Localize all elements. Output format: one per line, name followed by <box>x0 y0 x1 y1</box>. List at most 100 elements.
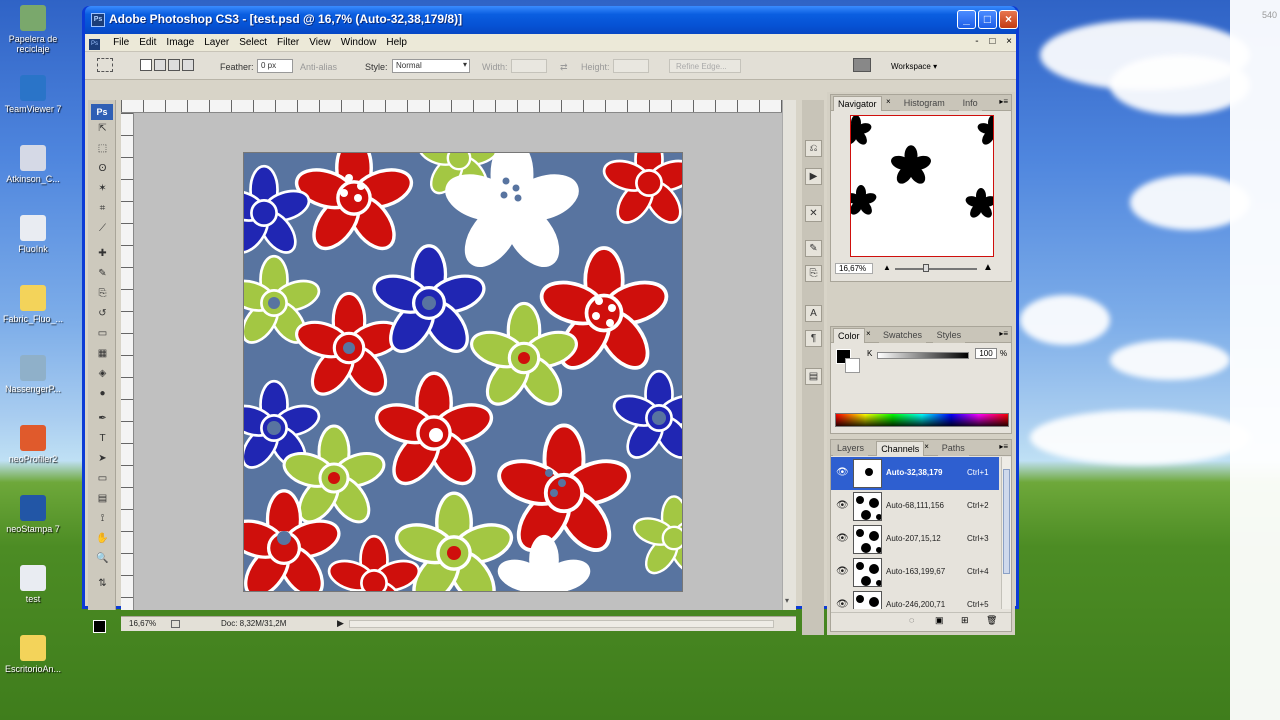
close-tab-icon[interactable]: × <box>924 442 929 451</box>
shape-tool-icon[interactable]: ▭ <box>96 472 109 485</box>
doc-minimize-icon[interactable]: - <box>975 36 978 47</box>
vertical-scrollbar[interactable]: ▾ <box>782 100 796 610</box>
panel-menu-icon[interactable]: ▸≡ <box>999 442 1008 451</box>
background-color-box[interactable] <box>845 358 860 373</box>
marquee-tool-icon[interactable]: ⬚ <box>96 142 109 155</box>
height-input[interactable] <box>613 59 649 73</box>
panel-menu-icon[interactable]: ▸≡ <box>999 329 1008 338</box>
width-input[interactable] <box>511 59 547 73</box>
workspace-button[interactable]: Workspace ▾ <box>891 62 937 71</box>
load-selection-icon[interactable]: ◌ <box>909 615 914 625</box>
channel-row[interactable]: 👁 Auto-68,111,156 Ctrl+2 <box>831 490 999 523</box>
doc-restore-icon[interactable]: □ <box>989 36 995 47</box>
feather-input[interactable]: 0 px <box>257 59 293 73</box>
k-slider[interactable] <box>877 352 969 359</box>
move-tool-icon[interactable]: ⇱ <box>96 122 109 135</box>
style-select[interactable]: Normal ▾ <box>392 59 470 73</box>
character-icon[interactable]: A <box>805 305 822 322</box>
ps-menu-icon[interactable]: Ps <box>85 34 105 50</box>
channel-row[interactable]: 👁 Auto-207,15,12 Ctrl+3 <box>831 523 999 556</box>
crop-tool-icon[interactable]: ⌗ <box>96 202 109 215</box>
visibility-eye-icon[interactable]: 👁 <box>836 500 849 512</box>
brush-tool-icon[interactable]: ✎ <box>96 267 109 280</box>
antialias-checkbox[interactable]: Anti-alias <box>300 62 337 72</box>
delete-channel-icon[interactable]: 🗑 <box>986 615 997 626</box>
close-button[interactable]: × <box>999 10 1018 29</box>
desktop-icon[interactable]: neoStampa 7 <box>0 495 66 534</box>
desktop-icon[interactable]: Atkinson_C... <box>0 145 66 184</box>
menu-view[interactable]: View <box>304 34 336 48</box>
lasso-tool-icon[interactable]: ʘ <box>96 162 109 175</box>
foreground-color-swatch[interactable] <box>93 620 106 633</box>
minimize-button[interactable]: _ <box>957 10 976 29</box>
tab-paths[interactable]: Paths <box>937 441 969 456</box>
desktop-icon[interactable]: TeamViewer 7 <box>0 75 66 114</box>
slice-tool-icon[interactable]: ⟋ <box>96 222 109 235</box>
clone-stamp-icon[interactable]: ⎘ <box>96 287 109 300</box>
paragraph-icon[interactable]: ¶ <box>805 330 822 347</box>
zoom-in-icon[interactable]: ▲ <box>983 262 993 273</box>
magic-wand-icon[interactable]: ✶ <box>96 182 109 195</box>
menu-window[interactable]: Window <box>336 34 382 48</box>
panel-menu-icon[interactable]: ▸≡ <box>999 97 1008 106</box>
menu-help[interactable]: Help <box>381 34 412 48</box>
eraser-tool-icon[interactable]: ▭ <box>96 327 109 340</box>
pen-tool-icon[interactable]: ✒ <box>96 412 109 425</box>
status-info-icon[interactable] <box>171 620 180 628</box>
status-menu-arrow-icon[interactable]: ▶ <box>337 618 344 629</box>
maximize-button[interactable]: □ <box>978 10 997 29</box>
layer-comps-icon[interactable]: ▤ <box>805 368 822 385</box>
notes-tool-icon[interactable]: ▤ <box>96 492 109 505</box>
desktop-icon[interactable]: test <box>0 565 66 604</box>
marquee-tool-preset-icon[interactable] <box>97 58 113 72</box>
desktop-icon[interactable]: NassengerP... <box>0 355 66 394</box>
navigator-zoom-field[interactable]: 16,67% <box>835 263 873 274</box>
tab-swatches[interactable]: Swatches <box>879 328 927 343</box>
menu-select[interactable]: Select <box>234 34 272 48</box>
blur-tool-icon[interactable]: ◈ <box>96 367 109 380</box>
swap-icon[interactable]: ⇄ <box>560 62 568 73</box>
tab-histogram[interactable]: Histogram <box>899 96 949 111</box>
selection-mode-icons[interactable] <box>140 59 198 73</box>
gradient-tool-icon[interactable]: ▦ <box>96 347 109 360</box>
clone-source-icon[interactable]: ⎘ <box>805 265 822 282</box>
new-channel-icon[interactable]: ⊞ <box>961 615 969 626</box>
workspace-icon[interactable] <box>853 58 871 72</box>
menu-image[interactable]: Image <box>161 34 199 48</box>
tab-channels[interactable]: Channels <box>876 441 925 456</box>
brushes-icon[interactable]: ✎ <box>805 240 822 257</box>
tab-layers[interactable]: Layers <box>833 441 869 456</box>
save-selection-icon[interactable]: ▣ <box>935 615 944 626</box>
desktop-icon[interactable]: Papelera de reciclaje <box>0 5 66 54</box>
visibility-eye-icon[interactable]: 👁 <box>836 566 849 578</box>
tab-info[interactable]: Info <box>958 96 982 111</box>
color-spectrum-ramp[interactable] <box>835 413 1009 427</box>
desktop-icon[interactable]: Fabric_Fluo_... <box>0 285 66 324</box>
zoom-out-icon[interactable]: ▲ <box>883 263 891 272</box>
k-value-input[interactable]: 100 <box>975 348 997 359</box>
horizontal-scrollbar[interactable] <box>349 620 774 628</box>
desktop-icon[interactable]: neoProfiler2 <box>0 425 66 464</box>
visibility-eye-icon[interactable]: 👁 <box>836 533 849 545</box>
channel-row[interactable]: 👁 Auto-246,200,71 Ctrl+5 <box>831 589 999 609</box>
canvas-area[interactable] <box>121 100 794 610</box>
navigator-preview[interactable] <box>850 115 994 257</box>
swap-colors-icon[interactable]: ⇅ <box>96 577 109 590</box>
zoom-field[interactable]: 16,67% <box>129 619 156 628</box>
menu-edit[interactable]: Edit <box>134 34 161 48</box>
history-icon[interactable]: ⎌ <box>805 140 822 157</box>
tool-presets-icon[interactable]: ✕ <box>805 205 822 222</box>
tab-navigator[interactable]: Navigator <box>833 96 882 111</box>
document-canvas[interactable] <box>243 152 683 592</box>
menu-filter[interactable]: Filter <box>272 34 304 48</box>
refine-edge-button[interactable]: Refine Edge... <box>669 59 741 73</box>
history-brush-icon[interactable]: ↺ <box>96 307 109 320</box>
type-tool-icon[interactable]: T <box>96 432 109 445</box>
desktop-icon[interactable]: FluoInk <box>0 215 66 254</box>
channel-row[interactable]: 👁 Auto-163,199,67 Ctrl+4 <box>831 556 999 589</box>
path-selection-icon[interactable]: ➤ <box>96 452 109 465</box>
tab-color[interactable]: Color <box>833 328 865 343</box>
desktop-icon[interactable]: EscritorioAn... <box>0 635 66 674</box>
channel-row[interactable]: 👁 Auto-32,38,179 Ctrl+1 <box>831 457 999 490</box>
title-bar[interactable]: Ps Adobe Photoshop CS3 - [test.psd @ 16,… <box>85 6 1018 34</box>
